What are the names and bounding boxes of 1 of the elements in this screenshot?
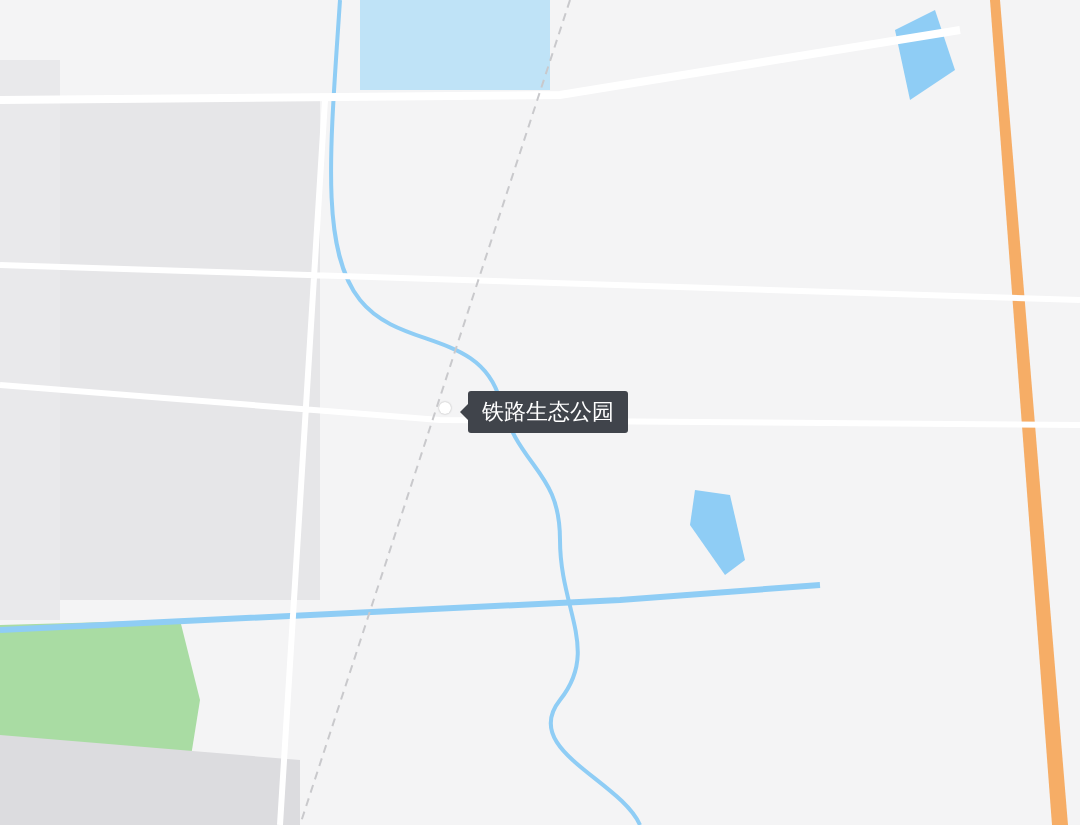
place-label: 铁路生态公园 (468, 391, 628, 433)
